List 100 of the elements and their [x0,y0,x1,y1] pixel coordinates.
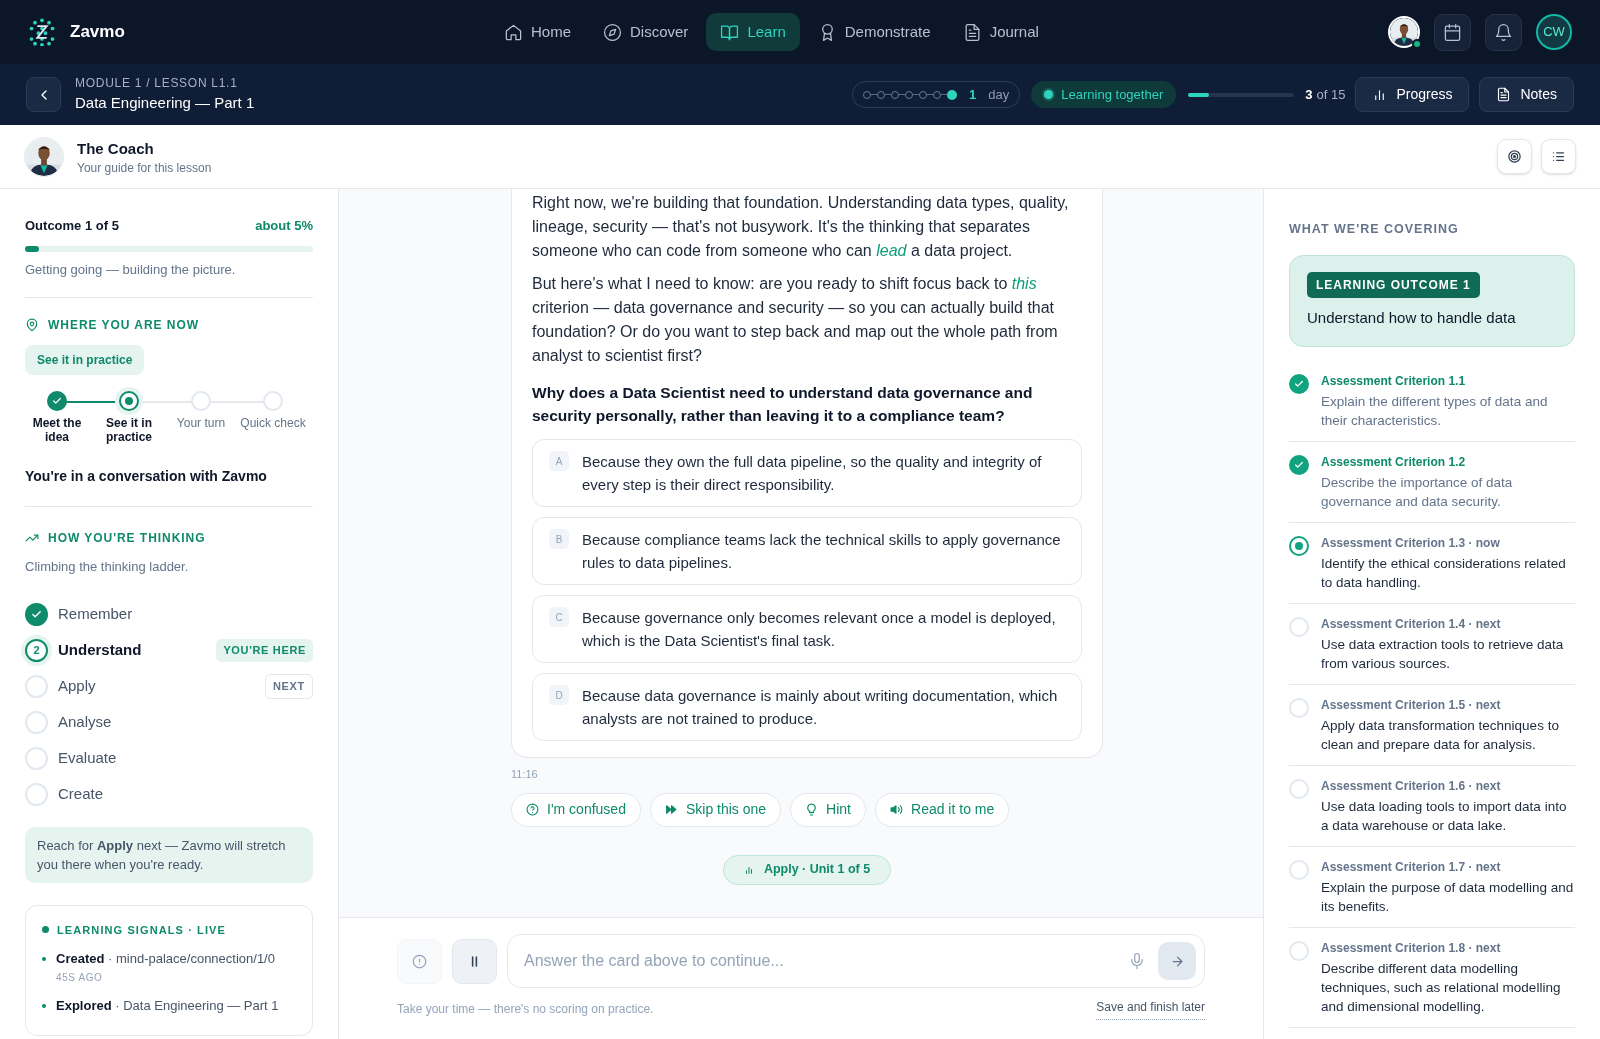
calendar-button[interactable] [1434,13,1471,51]
step-label: Meet the idea [31,416,83,444]
section-caption: Climbing the thinking ladder. [25,558,190,576]
outcome-label: Outcome 1 of 5 [25,217,119,235]
nav-link[interactable]: Journal [948,13,1053,51]
speaker-icon [890,803,903,816]
criterion-text: Identify the ethical considerations related to data handling. [1321,555,1567,593]
option-letter-badge: C [549,607,569,627]
brand-name: Zavmo [70,21,125,44]
status-text: You're in a conversation with Zavmo [25,467,268,486]
criterion-text: Use data loading tools to import data into a data warehouse or data lake. [1321,798,1568,836]
header-button[interactable]: Progress [1355,77,1470,112]
outline-button[interactable] [1541,139,1576,174]
level-label: Evaluate [58,748,117,769]
streak-unit: day [988,85,1010,104]
criterion-text: Apply data transformation techniques to clean and prepare data for analysis. [1321,717,1560,755]
outcome-title: Understand how to handle data [1307,307,1517,328]
step-label: Quick check [240,416,306,430]
step-label: Your turn [176,416,226,430]
breadcrumb: MODULE 1 / LESSON L1.1 [75,75,239,93]
criterion-title: Assessment Criterion 1.7 · next [1321,859,1502,877]
calendar-icon [1443,22,1462,42]
level-label: Remember [58,604,133,625]
signal-text: Created · mind-palace/connection/1/0 [56,950,275,968]
home-icon [504,22,523,42]
check-icon [31,609,42,620]
level-badge: YOU'RE HERE [216,639,313,662]
criterion-title: Assessment Criterion 1.8 · next [1321,940,1502,958]
criterion-text: Describe different data modelling techniques, such as relational modelling and dimensional modelling. [1321,960,1562,1017]
section-heading: WHERE YOU ARE NOW [48,317,199,334]
save-link[interactable]: Save and finish later [1096,998,1205,1020]
outcome-caption: Getting going — building the picture. [25,260,237,279]
unit-pill: Apply · Unit 1 of 5 [722,854,892,885]
header-button[interactable]: Notes [1479,77,1574,112]
section-heading: WHAT WE'RE COVERING [1289,221,1460,238]
criterion-title: Assessment Criterion 1.2 [1321,454,1467,472]
check-icon [1294,379,1304,390]
section-heading: LEARNING SIGNALS · LIVE [57,922,226,938]
check-icon [52,396,62,406]
quick-action-button[interactable]: I'm confused [511,792,641,827]
criterion-text: Use data extraction tools to retrieve data from various sources. [1321,636,1565,674]
fast-forward-icon [664,803,678,816]
target-icon [1507,149,1522,164]
level-label: Apply [58,676,96,697]
question-text: Why does a Data Scientist need to understand data governance and security personally, rather than leaving it to a compliance team? [532,383,1034,426]
level-badge: NEXT [265,674,313,699]
answer-composer[interactable]: Answer the card above to continue... [507,934,1205,988]
microphone-icon [1128,952,1146,970]
notifications-button[interactable] [1485,13,1522,51]
level-label: Analyse [58,712,112,733]
answer-option[interactable]: B Because compliance teams lack the technical skills to apply governance rules to data pipelines. [532,517,1082,585]
bell-icon [1494,22,1513,42]
info-icon [412,953,427,969]
section-heading: HOW YOU'RE THINKING [48,530,206,547]
criterion-title: Assessment Criterion 1.5 · next [1321,697,1502,715]
step-label: See it in practice [105,416,153,444]
lesson-title: Data Engineering — Part 1 [75,93,255,114]
streak-count: 1 [969,85,977,104]
option-letter-badge: A [549,451,569,471]
mode-pill: Learning together [1031,81,1177,108]
criterion-text: Explain the purpose of data modelling and its benefits. [1321,879,1575,917]
criterion-title: Assessment Criterion 1.4 · next [1321,616,1502,634]
level-label: Understand [58,640,142,661]
lightbulb-icon [805,803,819,816]
outcome-percent: about 5% [255,217,313,235]
criterion-title: Assessment Criterion 1.3 · now [1321,535,1501,553]
answer-input-field[interactable]: Answer the card above to continue... [524,949,1128,973]
criterion-text: Explain the different types of data and their characteristics. [1321,393,1549,431]
back-button[interactable] [26,77,61,112]
logo-icon [28,18,56,46]
list-icon [1551,149,1566,164]
quick-action-button[interactable]: Hint [790,792,866,827]
nav-link[interactable]: Demonstrate [803,13,945,51]
answer-option[interactable]: D Because data governance is mainly about writing documentation, which analysts are not trained to produce. [532,673,1082,741]
location-pin-icon [25,318,39,332]
message-paragraph: Right now, we're building that foundation. Understanding data types, quality, lineage, security — that's not busywork. It's the thinking that separates someone who can code from someone who can lead a data project. [532,193,1070,261]
option-letter-badge: B [549,529,569,549]
answer-option[interactable]: A Because they own the full data pipeline, so the quality and integrity of every step is their direct responsibility. [532,439,1082,507]
message-paragraph: But here's what I need to know: are you ready to shift focus back to this criterion — data governance and security — so you can actually build that foundation? Or do you want to step back and map out the whole path from analyst to scientist first? [532,274,1059,366]
coach-name: The Coach [77,139,155,160]
signal-time: 45S AGO [56,971,104,985]
quick-action-button[interactable]: Read it to me [875,792,1010,827]
hint-note: Reach for Apply next — Zavmo will stretch you there when you're ready. [25,826,313,883]
compass-icon [603,22,622,42]
help-icon [526,803,539,816]
progress-current: 3 [1305,85,1313,104]
nav-link[interactable]: Discover [589,13,703,51]
nav-link[interactable]: Learn [706,13,800,51]
level-label: Create [58,784,104,805]
criterion-title: Assessment Criterion 1.6 · next [1321,778,1502,796]
user-avatar-button[interactable]: CW [1536,14,1572,50]
message-time: 11:16 [511,767,539,782]
focus-button[interactable] [1497,139,1532,174]
document-icon [1496,87,1512,102]
criterion-title: Assessment Criterion 1.1 [1321,373,1467,391]
quick-action-button[interactable]: Skip this one [649,792,782,827]
option-letter-badge: D [549,685,569,705]
composer-note: Take your time — there's no scoring on practice. [397,1001,654,1018]
nav-link[interactable]: Home [490,13,585,51]
answer-option[interactable]: C Because governance only becomes relevant once a model is deployed, which is the Data Scientist's final task. [532,595,1082,663]
